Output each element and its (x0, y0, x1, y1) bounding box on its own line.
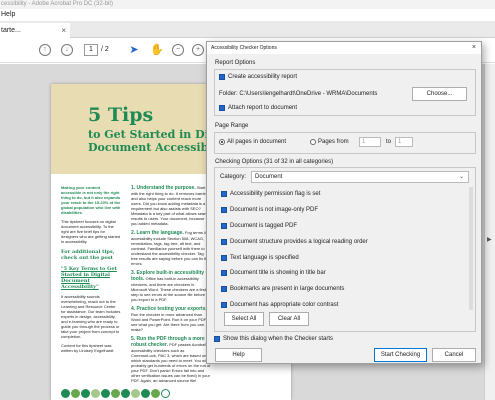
option-label: Document has appropriate color contrast (230, 302, 339, 308)
zoom-in-icon[interactable]: + (192, 44, 204, 56)
all-pages-radio[interactable] (219, 139, 225, 145)
page-total: / 2 (101, 46, 109, 53)
doc-credit: Content for this tipsheet was written by… (61, 343, 114, 353)
category-label: Category: (220, 174, 247, 180)
attach-report-checkbox[interactable] (219, 105, 225, 111)
window-title: cessibility - Adobe Acrobat Pro DC (32-b… (0, 0, 495, 9)
document-tab[interactable]: tarte... × (0, 23, 70, 38)
option-label: Document title is showing in title bar (230, 270, 326, 276)
download-icon[interactable]: ↓ (61, 44, 73, 56)
cursor-icon[interactable]: ➤ (128, 44, 140, 56)
clear-all-button[interactable]: Clear All (269, 312, 309, 326)
hex-icon (61, 389, 70, 398)
tip-item: 5. Run the PDF through a more robust che… (131, 336, 211, 384)
option-checkbox[interactable] (221, 270, 227, 276)
option-checkbox[interactable] (221, 239, 227, 245)
doc-overwhelm: If accessibility sounds overwhelming, re… (61, 294, 121, 339)
report-options-label: Report Options (215, 60, 256, 66)
hex-icon (131, 389, 140, 398)
upload-icon[interactable]: ↑ (39, 44, 51, 56)
cancel-button[interactable]: Cancel (432, 348, 476, 362)
tip-item: 2. Learn the language. Fog terms like ac… (131, 230, 211, 266)
create-report-label: Create accessibility report (228, 74, 298, 80)
tab-bar: tarte... × (0, 21, 495, 38)
accessibility-checker-dialog: Accessibility Checker Options × Report O… (206, 41, 482, 364)
right-panel-toggle[interactable]: ▶ (484, 64, 495, 400)
option-checkbox[interactable] (221, 302, 227, 308)
hex-icon (101, 389, 110, 398)
hex-icon (141, 389, 150, 398)
option-label: Text language is specified (230, 255, 299, 261)
option-label: Document structure provides a logical re… (230, 239, 368, 245)
hand-icon[interactable]: ✋ (150, 44, 164, 56)
checking-options-label: Checking Options (31 of 32 in all catego… (215, 159, 334, 165)
hex-icon (121, 389, 130, 398)
to-label: to (386, 139, 392, 145)
page-range-label: Page Range (215, 123, 249, 129)
menubar: Help (0, 9, 495, 21)
hex-icon (91, 389, 100, 398)
hex-icon (71, 389, 80, 398)
pages-from-input[interactable]: 1 (359, 137, 381, 147)
folder-path: Folder: C:\Users\lengelhardt\OneDrive - … (219, 91, 378, 97)
show-dialog-label: Show this dialog when the Checker starts (223, 336, 334, 342)
pages-from-label: Pages from (318, 139, 349, 145)
option-checkbox[interactable] (221, 207, 227, 213)
all-pages-label: All pages in document (227, 139, 287, 145)
doc-left-column: Making your content accessible is not on… (61, 185, 121, 353)
doc-more-heading: For additional tips, check out the post (61, 249, 115, 261)
doc-tips-column: 1. Understand the purpose. Start with th… (131, 185, 211, 387)
tip-item: 3. Explore built-in accessibility tools.… (131, 270, 206, 303)
doc-title: 5 Tips (88, 104, 154, 126)
choose-button[interactable]: Choose... (412, 87, 467, 101)
doc-more-link[interactable]: "5 Key Terms to Get Started in Digital D… (61, 266, 117, 290)
option-checkbox[interactable] (221, 255, 227, 261)
pages-to-input[interactable]: 1 (395, 137, 413, 147)
tab-label: tarte... (1, 27, 21, 34)
category-select[interactable]: Document ⌄ (251, 171, 469, 183)
dialog-title: Accessibility Checker Options (207, 42, 481, 54)
hex-icon (161, 389, 170, 398)
tip-item: 4. Practice testing your exports. Run th… (131, 306, 211, 333)
hex-icon (151, 389, 160, 398)
close-icon[interactable]: × (472, 42, 476, 54)
show-dialog-checkbox[interactable] (214, 336, 220, 342)
option-label: Document is tagged PDF (230, 223, 298, 229)
pages-from-radio[interactable] (310, 139, 316, 145)
option-label: Accessibility permission flag is set (230, 191, 321, 197)
select-all-button[interactable]: Select All (224, 312, 264, 326)
option-label: Bookmarks are present in large documents (230, 286, 345, 292)
option-checkbox[interactable] (221, 191, 227, 197)
tab-close-icon[interactable]: × (61, 23, 66, 38)
attach-report-label: Attach report to document (228, 105, 298, 111)
expand-arrow-icon[interactable]: ▶ (487, 236, 492, 243)
doc-intro: Making your content accessible is not on… (61, 185, 121, 215)
hex-icon (111, 389, 120, 398)
option-label: Document is not image-only PDF (230, 207, 319, 213)
chevron-down-icon: ⌄ (458, 174, 464, 180)
start-checking-button[interactable]: Start Checking (374, 348, 427, 362)
option-checkbox[interactable] (221, 286, 227, 292)
tip-item: 1. Understand the purpose. Start with th… (131, 185, 210, 226)
create-report-checkbox[interactable] (219, 74, 225, 80)
options-scrollbar[interactable] (469, 187, 473, 310)
option-checkbox[interactable] (221, 223, 227, 229)
zoom-out-icon[interactable]: − (172, 44, 184, 56)
hex-icon (81, 389, 90, 398)
menu-help[interactable]: Help (1, 11, 15, 18)
page-number-input[interactable]: 1 (84, 44, 98, 56)
help-button[interactable]: Help (215, 348, 262, 362)
doc-focus: This tipsheet focuses on digital documen… (61, 219, 121, 244)
